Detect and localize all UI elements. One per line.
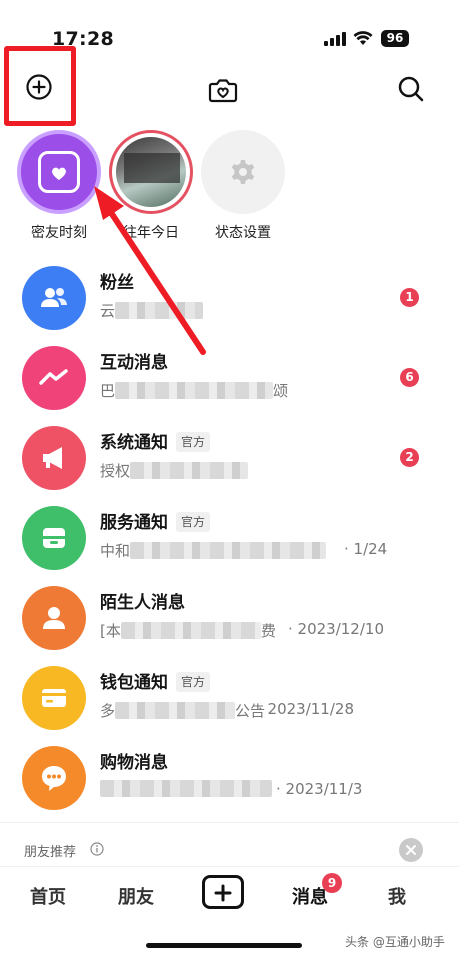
add-button[interactable] bbox=[4, 46, 76, 126]
strangers-avatar bbox=[22, 586, 86, 650]
chat-bubble-icon bbox=[42, 766, 66, 791]
official-tag: 官方 bbox=[176, 512, 211, 532]
message-item-strangers[interactable]: 陌生人消息 [本费 · 2023/12/10 bbox=[0, 586, 459, 667]
story-thumbnail bbox=[116, 137, 186, 207]
search-button[interactable] bbox=[396, 74, 426, 104]
gear-icon bbox=[231, 160, 255, 184]
friend-recommend-bar: 朋友推荐 bbox=[0, 822, 459, 866]
unread-badge: 1 bbox=[400, 288, 419, 307]
story-avatar bbox=[109, 130, 193, 214]
message-preview: 云 bbox=[100, 300, 204, 321]
unread-badge: 2 bbox=[400, 448, 419, 467]
person-icon bbox=[43, 607, 65, 629]
message-title: 互动消息 bbox=[100, 353, 168, 373]
message-title: 购物消息 bbox=[100, 753, 168, 773]
story-on-this-day[interactable]: 往年今日 bbox=[106, 130, 196, 242]
story-avatar bbox=[17, 130, 101, 214]
messages-badge: 9 bbox=[322, 873, 342, 893]
nav-publish-button[interactable] bbox=[202, 875, 244, 909]
message-title: 粉丝 bbox=[100, 273, 134, 293]
friend-recommend-label: 朋友推荐 bbox=[24, 845, 77, 860]
nav-me[interactable]: 我 bbox=[388, 883, 406, 909]
box-icon bbox=[43, 528, 65, 548]
story-label: 密友时刻 bbox=[31, 225, 87, 241]
heart-camera-icon bbox=[208, 79, 238, 103]
service-avatar bbox=[22, 506, 86, 570]
system-avatar bbox=[22, 426, 86, 490]
message-date: · 2023/11/3 bbox=[276, 780, 363, 798]
zigzag-icon bbox=[39, 369, 68, 385]
message-item-wallet[interactable]: 钱包通知 官方 多公告 · 2023/11/28 bbox=[0, 666, 459, 747]
message-preview bbox=[100, 780, 272, 798]
close-recommend-button[interactable] bbox=[399, 838, 423, 862]
unread-badge: 6 bbox=[400, 368, 419, 387]
signal-icon bbox=[324, 32, 346, 46]
bottom-nav: 首页 朋友 消息 9 我 头条 @互通小助手 bbox=[0, 866, 459, 960]
megaphone-icon bbox=[43, 447, 62, 469]
fans-avatar bbox=[22, 266, 86, 330]
message-date: · 2023/11/28 bbox=[258, 700, 354, 718]
plus-circle-icon bbox=[26, 74, 52, 100]
close-icon bbox=[406, 845, 416, 855]
close-friends-button[interactable] bbox=[207, 74, 239, 106]
message-item-service[interactable]: 服务通知 官方 中和 · 1/24 bbox=[0, 506, 459, 587]
message-date: · 1/24 bbox=[344, 540, 388, 558]
wallet-avatar bbox=[22, 666, 86, 730]
plus-icon bbox=[214, 884, 232, 902]
message-preview: 中和 bbox=[100, 540, 327, 561]
message-title: 服务通知 官方 bbox=[100, 508, 211, 533]
official-tag: 官方 bbox=[176, 432, 211, 452]
info-icon[interactable] bbox=[90, 842, 104, 856]
message-title: 系统通知 官方 bbox=[100, 428, 211, 453]
message-date: · 2023/12/10 bbox=[288, 620, 384, 638]
message-title: 陌生人消息 bbox=[100, 593, 185, 613]
story-avatar bbox=[201, 130, 285, 214]
wifi-icon bbox=[353, 31, 373, 45]
battery-icon: 96 bbox=[381, 30, 409, 47]
message-preview: [本费 bbox=[100, 622, 276, 640]
story-label: 状态设置 bbox=[215, 225, 271, 241]
message-preview: 授权 bbox=[100, 460, 249, 481]
heart-frame-icon bbox=[38, 151, 80, 193]
official-tag: 官方 bbox=[176, 672, 211, 692]
nav-friends[interactable]: 朋友 bbox=[118, 883, 154, 909]
story-status-settings[interactable]: 状态设置 bbox=[198, 130, 288, 242]
card-icon bbox=[42, 689, 66, 707]
interactions-avatar bbox=[22, 346, 86, 410]
message-item-fans[interactable]: 粉丝 云 1 bbox=[0, 266, 459, 347]
story-close-friends-moment[interactable]: 密友时刻 bbox=[14, 130, 104, 242]
message-preview: 巴颂 bbox=[100, 382, 289, 400]
nav-home[interactable]: 首页 bbox=[30, 883, 66, 909]
shopping-avatar bbox=[22, 746, 86, 810]
message-item-shopping[interactable]: 购物消息 · 2023/11/3 bbox=[0, 746, 459, 827]
message-preview: 多公告 bbox=[100, 702, 266, 720]
search-icon bbox=[398, 76, 424, 102]
story-label: 往年今日 bbox=[123, 225, 179, 241]
people-icon bbox=[41, 288, 67, 307]
home-indicator bbox=[146, 943, 302, 948]
message-item-interactions[interactable]: 互动消息 巴颂 6 bbox=[0, 346, 459, 427]
message-title: 钱包通知 官方 bbox=[100, 668, 211, 693]
message-item-system[interactable]: 系统通知 官方 授权 2 bbox=[0, 426, 459, 507]
watermark: 头条 @互通小助手 bbox=[345, 935, 445, 949]
